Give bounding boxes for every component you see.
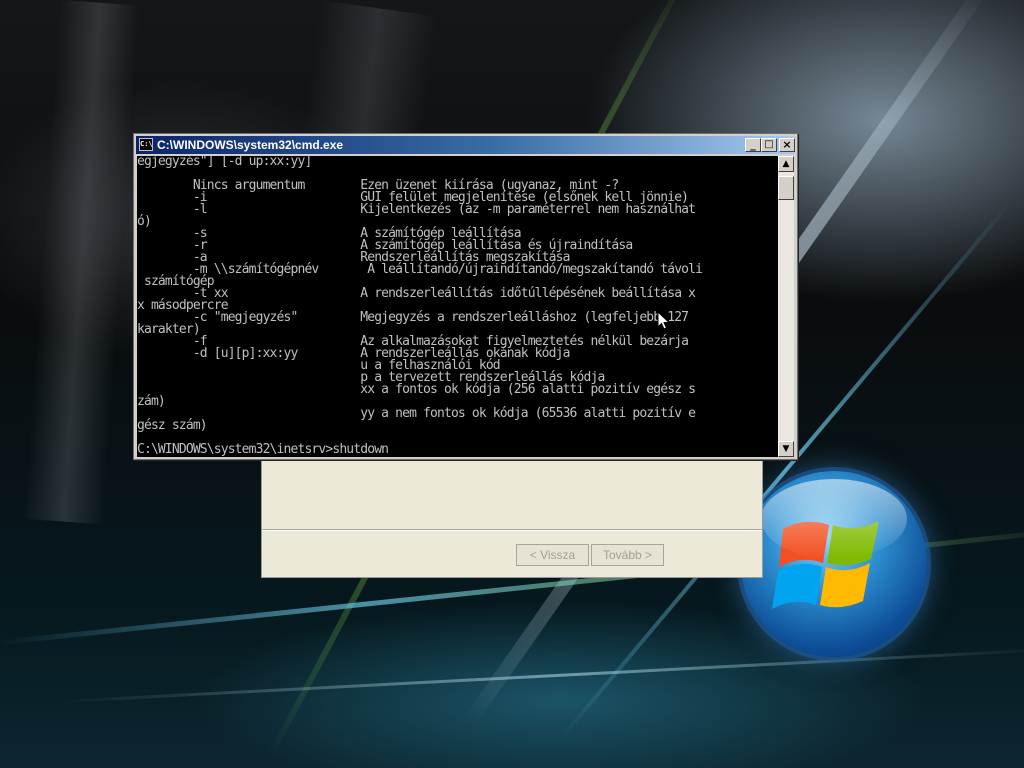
close-button[interactable]: × bbox=[779, 138, 795, 152]
wizard-dialog: < Vissza Tovább > bbox=[261, 459, 763, 578]
console-line: egjegyzés"] [-d up:xx:yy] bbox=[137, 156, 312, 169]
windows-logo bbox=[741, 471, 927, 657]
scroll-up-icon[interactable]: ▲ bbox=[778, 156, 794, 172]
vertical-scrollbar[interactable]: ▲ ▼ bbox=[778, 156, 794, 457]
maximize-button[interactable]: □ bbox=[761, 138, 777, 152]
console-line: -l Kijelentkezés (az -m paraméterrel nem… bbox=[137, 202, 696, 217]
title-bar[interactable]: C:\ C:\WINDOWS\system32\cmd.exe _ □ × bbox=[136, 136, 795, 154]
back-button[interactable]: < Vissza bbox=[516, 544, 589, 566]
console-line: -t xx A rendszerleállítás időtúllépéséne… bbox=[137, 286, 696, 301]
window-title: C:\WINDOWS\system32\cmd.exe bbox=[157, 138, 344, 152]
scroll-down-icon[interactable]: ▼ bbox=[778, 441, 794, 457]
wizard-separator bbox=[262, 529, 762, 531]
logo-gloss bbox=[761, 479, 907, 559]
cmd-icon[interactable]: C:\ bbox=[139, 138, 153, 151]
cmd-window[interactable]: C:\ C:\WINDOWS\system32\cmd.exe _ □ × eg… bbox=[133, 133, 798, 460]
console-text: egjegyzés"] [-d up:xx:yy] Nincs argument… bbox=[137, 156, 778, 456]
console-line: -c "megjegyzés" Megjegyzés a rendszerleá… bbox=[137, 310, 689, 325]
next-button[interactable]: Tovább > bbox=[591, 544, 664, 566]
console-output[interactable]: egjegyzés"] [-d up:xx:yy] Nincs argument… bbox=[137, 156, 778, 457]
mouse-pointer-icon bbox=[657, 311, 671, 330]
console-line: -m \\számítógépnév A leállítandó/újraind… bbox=[137, 262, 703, 277]
minimize-button[interactable]: _ bbox=[745, 138, 761, 152]
console-line: C:\WINDOWS\system32\inetsrv>shutdown bbox=[137, 442, 389, 457]
console-line: yy a nem fontos ok kódja (65536 alatti p… bbox=[137, 406, 696, 421]
scroll-thumb[interactable] bbox=[778, 176, 794, 200]
console-line: gész szám) bbox=[137, 418, 208, 433]
wallpaper-streak bbox=[23, 0, 140, 525]
console-line: xx a fontos ok kódja (256 alatti pozitív… bbox=[137, 382, 696, 397]
